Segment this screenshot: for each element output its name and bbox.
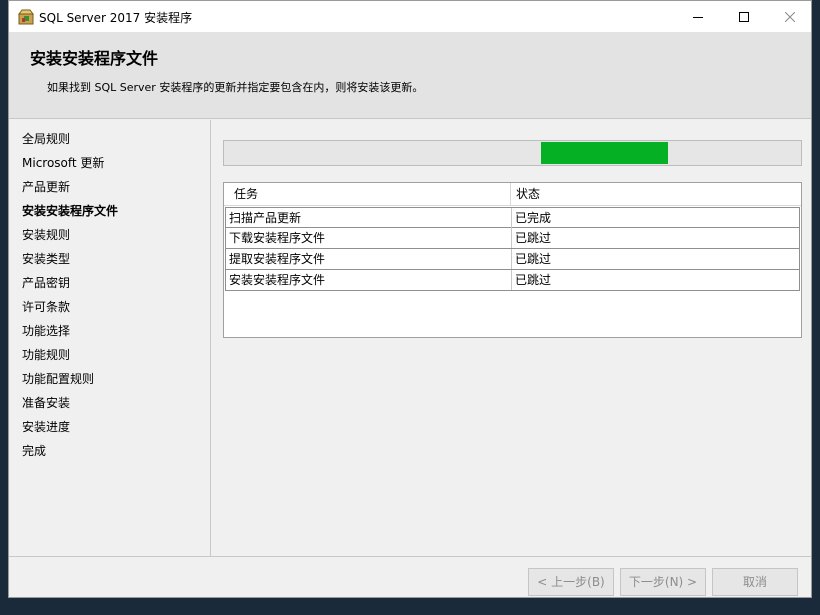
status-cell: 已跳过 xyxy=(515,249,551,269)
sidebar-item: 安装安装程序文件 xyxy=(22,202,118,226)
main-content: 任务 状态 扫描产品更新已完成下载安装程序文件已跳过提取安装程序文件已跳过安装安… xyxy=(212,120,812,556)
sidebar-item: 准备安装 xyxy=(22,394,118,418)
sidebar-item: 功能规则 xyxy=(22,346,118,370)
task-cell: 安装安装程序文件 xyxy=(229,270,325,290)
sidebar-item: 许可条款 xyxy=(22,298,118,322)
task-cell: 下载安装程序文件 xyxy=(229,228,325,248)
close-icon xyxy=(785,12,795,22)
column-divider[interactable] xyxy=(510,183,511,206)
sidebar-item: 功能配置规则 xyxy=(22,370,118,394)
cell-divider xyxy=(511,208,512,228)
sidebar-item: Microsoft 更新 xyxy=(22,154,118,178)
cell-divider xyxy=(511,270,512,290)
cell-divider xyxy=(511,228,512,248)
sidebar-item: 产品更新 xyxy=(22,178,118,202)
table-row: 安装安装程序文件 已跳过 xyxy=(225,270,800,291)
table-row: 扫描产品更新 已完成 xyxy=(225,207,800,228)
next-button[interactable]: 下一步(N) > xyxy=(620,568,706,596)
progress-bar xyxy=(223,140,802,166)
close-button[interactable] xyxy=(767,1,812,32)
cancel-button[interactable]: 取消 xyxy=(712,568,798,596)
sidebar-item: 安装规则 xyxy=(22,226,118,250)
maximize-icon xyxy=(739,12,749,22)
status-cell: 已完成 xyxy=(515,208,551,228)
sql-server-setup-box-icon xyxy=(18,9,34,25)
sidebar-item: 安装进度 xyxy=(22,418,118,442)
task-cell: 提取安装程序文件 xyxy=(229,249,325,269)
sidebar-item: 安装类型 xyxy=(22,250,118,274)
sidebar-item: 功能选择 xyxy=(22,322,118,346)
title-bar[interactable]: SQL Server 2017 安装程序 xyxy=(9,1,811,32)
setup-window: SQL Server 2017 安装程序 安装安装程序文件 如果找到 SQL S… xyxy=(8,0,812,598)
minimize-button[interactable] xyxy=(675,1,721,32)
sidebar-item: 完成 xyxy=(22,442,118,466)
task-table: 任务 状态 扫描产品更新已完成下载安装程序文件已跳过提取安装程序文件已跳过安装安… xyxy=(223,182,802,338)
table-row: 下载安装程序文件 已跳过 xyxy=(225,228,800,249)
progress-fill xyxy=(541,142,668,164)
column-header-task[interactable]: 任务 xyxy=(234,183,258,206)
sidebar-item: 产品密钥 xyxy=(22,274,118,298)
window-title: SQL Server 2017 安装程序 xyxy=(39,9,192,26)
task-cell: 扫描产品更新 xyxy=(229,208,301,228)
page-title: 安装安装程序文件 xyxy=(30,45,158,69)
step-navigation: 全局规则Microsoft 更新产品更新安装安装程序文件安装规则安装类型产品密钥… xyxy=(9,120,211,556)
page-header: 安装安装程序文件 如果找到 SQL Server 安装程序的更新并指定要包含在内… xyxy=(9,32,811,119)
table-header: 任务 状态 xyxy=(224,183,801,206)
maximize-button[interactable] xyxy=(721,1,767,32)
footer-bar: < 上一步(B) 下一步(N) > 取消 xyxy=(9,556,811,598)
cell-divider xyxy=(511,249,512,269)
table-row: 提取安装程序文件 已跳过 xyxy=(225,249,800,270)
column-header-status[interactable]: 状态 xyxy=(516,183,540,206)
back-button[interactable]: < 上一步(B) xyxy=(528,568,614,596)
sidebar-item: 全局规则 xyxy=(22,130,118,154)
status-cell: 已跳过 xyxy=(515,228,551,248)
status-cell: 已跳过 xyxy=(515,270,551,290)
page-description: 如果找到 SQL Server 安装程序的更新并指定要包含在内，则将安装该更新。 xyxy=(47,79,423,95)
minimize-icon xyxy=(693,12,703,22)
